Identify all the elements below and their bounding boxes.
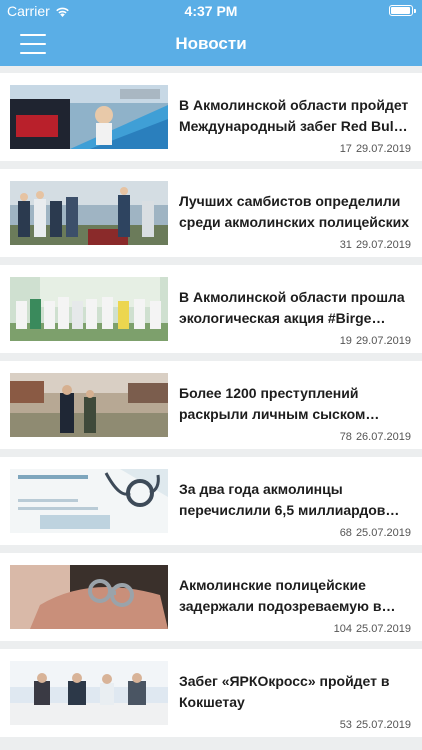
news-meta: 19 29.07.2019 [340, 335, 411, 347]
views-count: 68 [339, 527, 352, 539]
news-date: 25.07.2019 [355, 623, 411, 635]
views-count: 53 [339, 719, 352, 731]
news-title: Забег «ЯРКОкросс» пройдет в Кокшетау [179, 673, 390, 710]
news-date: 26.07.2019 [355, 431, 411, 443]
status-bar: Carrier 4:37 PM [0, 0, 422, 22]
news-thumbnail [10, 661, 168, 725]
navigation-bar: Новости [0, 22, 422, 66]
news-item[interactable]: Более 1200 преступлений раскрыли личным … [0, 361, 422, 449]
news-item[interactable]: Забег «ЯРКОкросс» пройдет в Кокшетау 53 … [0, 649, 422, 737]
news-meta: 53 25.07.2019 [340, 719, 411, 731]
views-count: 104 [333, 623, 352, 635]
news-thumbnail [10, 469, 168, 533]
news-meta: 17 29.07.2019 [340, 143, 411, 155]
news-title: В Акмолинской области пройдет Международ… [179, 97, 409, 134]
news-date: 25.07.2019 [355, 527, 411, 539]
clock: 4:37 PM [184, 3, 238, 19]
news-title: Акмолинские полицейские задержали подозр… [179, 577, 382, 614]
views-count: 17 [339, 143, 352, 155]
views-count: 31 [339, 239, 352, 251]
news-thumbnail [10, 85, 168, 149]
news-title: В Акмолинской области прошла экологическ… [179, 289, 405, 326]
news-item[interactable]: Лучших самбистов определили среди акмоли… [0, 169, 422, 257]
news-title: За два года акмолинцы перечислили 6,5 ми… [179, 481, 386, 518]
news-thumbnail [10, 565, 168, 629]
news-date: 25.07.2019 [355, 719, 411, 731]
news-item[interactable]: В Акмолинской области прошла экологическ… [0, 265, 422, 353]
views-count: 19 [339, 335, 352, 347]
battery-icon [389, 5, 416, 16]
views-count: 78 [339, 431, 352, 443]
page-title: Новости [175, 34, 247, 53]
news-meta: 31 29.07.2019 [340, 239, 411, 251]
news-date: 29.07.2019 [355, 143, 411, 155]
news-item[interactable]: За два года акмолинцы перечислили 6,5 ми… [0, 457, 422, 545]
news-title: Более 1200 преступлений раскрыли личным … [179, 385, 366, 422]
news-thumbnail [10, 277, 168, 341]
news-title: Лучших самбистов определили среди акмоли… [179, 193, 410, 230]
news-thumbnail [10, 373, 168, 437]
news-item[interactable]: В Акмолинской области пройдет Международ… [0, 73, 422, 161]
news-item[interactable]: Акмолинские полицейские задержали подозр… [0, 553, 422, 641]
news-meta: 78 26.07.2019 [340, 431, 411, 443]
news-meta: 68 25.07.2019 [340, 527, 411, 539]
news-meta: 104 25.07.2019 [334, 623, 411, 635]
news-date: 29.07.2019 [355, 335, 411, 347]
news-date: 29.07.2019 [355, 239, 411, 251]
news-thumbnail [10, 181, 168, 245]
header-bar: Carrier 4:37 PM Новости [0, 0, 422, 66]
